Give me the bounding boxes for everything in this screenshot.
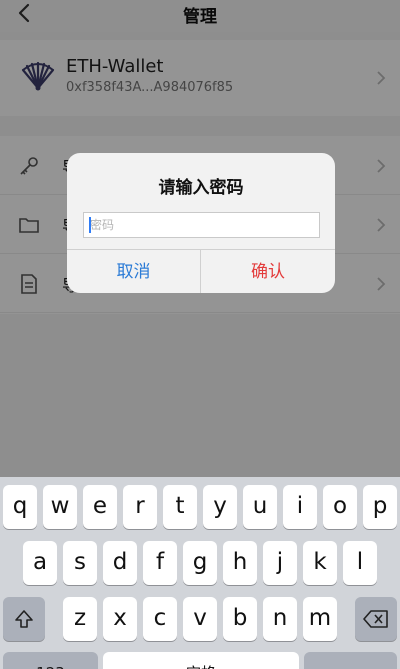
key-f[interactable]: f [143, 541, 177, 585]
key-e[interactable]: e [83, 485, 117, 529]
confirm-button[interactable]: 确认 [201, 250, 335, 293]
shift-icon [15, 610, 33, 628]
shift-key[interactable] [3, 597, 45, 641]
key-u[interactable]: u [243, 485, 277, 529]
key-p[interactable]: p [363, 485, 397, 529]
key-x[interactable]: x [103, 597, 137, 641]
backspace-icon [363, 610, 388, 628]
key-t[interactable]: t [163, 485, 197, 529]
key-b[interactable]: b [223, 597, 257, 641]
key-w[interactable]: w [43, 485, 77, 529]
key-l[interactable]: l [343, 541, 377, 585]
key-n[interactable]: n [263, 597, 297, 641]
dialog-button-row: 取消 确认 [67, 249, 335, 293]
text-cursor [89, 217, 91, 233]
numbers-key[interactable]: 123 [3, 652, 98, 669]
key-s[interactable]: s [63, 541, 97, 585]
password-input[interactable] [83, 212, 320, 238]
password-dialog: 请输入密码 取消 确认 [67, 153, 335, 293]
onscreen-keyboard: q w e r t y u i o p a s d f g h j k l z … [0, 477, 400, 669]
key-d[interactable]: d [103, 541, 137, 585]
key-g[interactable]: g [183, 541, 217, 585]
key-z[interactable]: z [63, 597, 97, 641]
key-m[interactable]: m [303, 597, 337, 641]
key-v[interactable]: v [183, 597, 217, 641]
cancel-button[interactable]: 取消 [67, 250, 201, 293]
backspace-key[interactable] [355, 597, 397, 641]
dialog-title: 请输入密码 [158, 178, 244, 198]
key-k[interactable]: k [303, 541, 337, 585]
key-h[interactable]: h [223, 541, 257, 585]
space-key[interactable]: 空格 [103, 652, 299, 669]
return-key[interactable] [304, 652, 397, 669]
key-c[interactable]: c [143, 597, 177, 641]
key-i[interactable]: i [283, 485, 317, 529]
key-y[interactable]: y [203, 485, 237, 529]
key-r[interactable]: r [123, 485, 157, 529]
key-j[interactable]: j [263, 541, 297, 585]
key-o[interactable]: o [323, 485, 357, 529]
key-a[interactable]: a [23, 541, 57, 585]
key-q[interactable]: q [3, 485, 37, 529]
